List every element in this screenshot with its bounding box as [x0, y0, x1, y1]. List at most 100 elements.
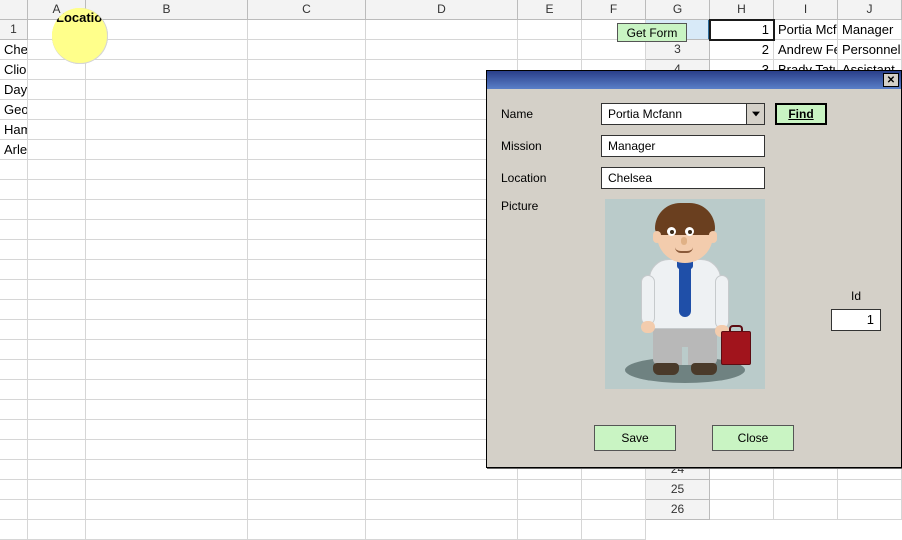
cell-D13[interactable]	[0, 260, 28, 280]
cell-location-3[interactable]: Dayton	[0, 80, 28, 100]
cell-H26[interactable]	[366, 520, 518, 540]
cell-H1[interactable]	[366, 20, 518, 40]
cell-F2[interactable]	[86, 40, 248, 60]
col-header-J[interactable]: J	[838, 0, 902, 20]
cell-location-5[interactable]: Hamilton	[0, 120, 28, 140]
cell-D26[interactable]	[0, 520, 28, 540]
cell-E15[interactable]	[28, 300, 86, 320]
cell-E13[interactable]	[28, 260, 86, 280]
cell-location-2[interactable]: Clio	[0, 60, 28, 80]
row-header-26[interactable]: 26	[646, 500, 710, 520]
cell-F20[interactable]	[86, 400, 248, 420]
mission-field[interactable]: Manager	[601, 135, 765, 157]
col-header-F[interactable]: F	[582, 0, 646, 20]
cell-D17[interactable]	[0, 340, 28, 360]
cell-E9[interactable]	[28, 180, 86, 200]
cell-G17[interactable]	[248, 340, 366, 360]
select-all-corner[interactable]	[0, 0, 28, 20]
cell-D19[interactable]	[0, 380, 28, 400]
cell-E7[interactable]	[28, 140, 86, 160]
cell-D8[interactable]	[0, 160, 28, 180]
cell-C26[interactable]	[838, 500, 902, 520]
cell-G7[interactable]	[248, 140, 366, 160]
cell-D20[interactable]	[0, 400, 28, 420]
cell-E25[interactable]	[28, 500, 86, 520]
cell-name-2[interactable]: Andrew Fenstermacher	[774, 40, 838, 60]
cell-G23[interactable]	[248, 460, 366, 480]
header-location[interactable]: Location	[52, 8, 108, 64]
row-header-25[interactable]: 25	[646, 480, 710, 500]
cell-G15[interactable]	[248, 300, 366, 320]
cell-E12[interactable]	[28, 240, 86, 260]
cell-F12[interactable]	[86, 240, 248, 260]
cell-D11[interactable]	[0, 220, 28, 240]
cell-F6[interactable]	[86, 120, 248, 140]
cell-G4[interactable]	[248, 80, 366, 100]
cell-E11[interactable]	[28, 220, 86, 240]
cell-E8[interactable]	[28, 160, 86, 180]
col-header-C[interactable]: C	[248, 0, 366, 20]
cell-G16[interactable]	[248, 320, 366, 340]
cell-id-1[interactable]: 1	[710, 20, 774, 40]
cell-E14[interactable]	[28, 280, 86, 300]
cell-location-6[interactable]: Arley	[0, 140, 28, 160]
cell-mission-1[interactable]: Manager	[838, 20, 902, 40]
cell-D23[interactable]	[0, 460, 28, 480]
cell-F26[interactable]	[86, 520, 248, 540]
cell-E23[interactable]	[28, 460, 86, 480]
cell-D18[interactable]	[0, 360, 28, 380]
cell-G25[interactable]	[248, 500, 366, 520]
cell-B26[interactable]	[774, 500, 838, 520]
cell-F25[interactable]	[86, 500, 248, 520]
cell-J2[interactable]	[582, 40, 646, 60]
cell-F23[interactable]	[86, 460, 248, 480]
cell-F15[interactable]	[86, 300, 248, 320]
cell-G10[interactable]	[248, 200, 366, 220]
cell-G2[interactable]	[248, 40, 366, 60]
cell-F8[interactable]	[86, 160, 248, 180]
cell-F9[interactable]	[86, 180, 248, 200]
cell-F10[interactable]	[86, 200, 248, 220]
cell-D15[interactable]	[0, 300, 28, 320]
cell-F13[interactable]	[86, 260, 248, 280]
cell-E18[interactable]	[28, 360, 86, 380]
cell-G11[interactable]	[248, 220, 366, 240]
cell-G8[interactable]	[248, 160, 366, 180]
dialog-close-button[interactable]: ✕	[883, 73, 899, 87]
col-header-G[interactable]: G	[646, 0, 710, 20]
cell-F21[interactable]	[86, 420, 248, 440]
cell-I24[interactable]	[518, 480, 582, 500]
cell-G1[interactable]	[248, 20, 366, 40]
row-header-1[interactable]: 1	[0, 20, 28, 40]
cell-J24[interactable]	[582, 480, 646, 500]
cell-D16[interactable]	[0, 320, 28, 340]
name-combo[interactable]: Portia Mcfann	[601, 103, 765, 125]
cell-D21[interactable]	[0, 420, 28, 440]
cell-G21[interactable]	[248, 420, 366, 440]
cell-G6[interactable]	[248, 120, 366, 140]
save-button[interactable]: Save	[594, 425, 676, 451]
cell-E26[interactable]	[28, 520, 86, 540]
cell-D22[interactable]	[0, 440, 28, 460]
col-header-I[interactable]: I	[774, 0, 838, 20]
cell-A26[interactable]	[710, 500, 774, 520]
cell-E16[interactable]	[28, 320, 86, 340]
cell-G13[interactable]	[248, 260, 366, 280]
col-header-E[interactable]: E	[518, 0, 582, 20]
cell-F4[interactable]	[86, 80, 248, 100]
cell-D9[interactable]	[0, 180, 28, 200]
cell-G18[interactable]	[248, 360, 366, 380]
cell-F7[interactable]	[86, 140, 248, 160]
cell-F1[interactable]	[86, 20, 248, 40]
cell-F18[interactable]	[86, 360, 248, 380]
cell-A25[interactable]	[710, 480, 774, 500]
cell-location-1[interactable]: Chelsea	[0, 40, 28, 60]
cell-F11[interactable]	[86, 220, 248, 240]
id-field[interactable]: 1	[831, 309, 881, 331]
cell-G20[interactable]	[248, 400, 366, 420]
cell-H2[interactable]	[366, 40, 518, 60]
cell-G26[interactable]	[248, 520, 366, 540]
cell-F22[interactable]	[86, 440, 248, 460]
cell-G5[interactable]	[248, 100, 366, 120]
cell-E20[interactable]	[28, 400, 86, 420]
